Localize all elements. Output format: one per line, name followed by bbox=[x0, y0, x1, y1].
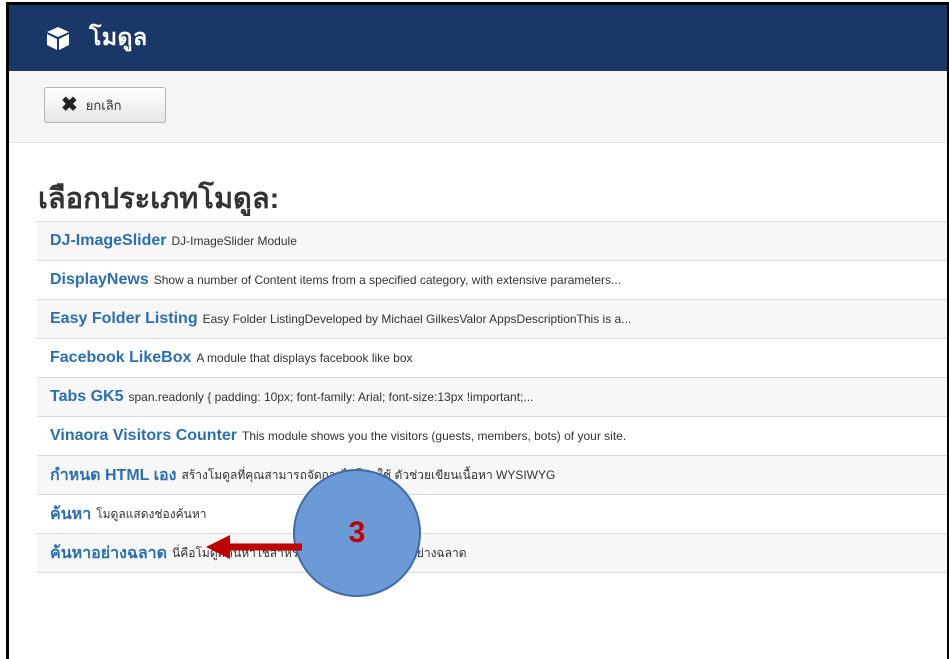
select-module-type-heading: เลือกประเภทโมดูล: bbox=[38, 183, 280, 215]
module-item: Vinaora Visitors Counter This module sho… bbox=[37, 417, 947, 456]
module-item: Tabs GK5 span.readonly { padding: 10px; … bbox=[37, 378, 947, 417]
module-link[interactable]: ค้นหาอย่างฉลาด bbox=[50, 541, 167, 566]
module-item: กำหนด HTML เอง สร้างโมดูลที่คุณสามารถจัด… bbox=[37, 456, 947, 495]
module-description: A module that displays facebook like box bbox=[196, 351, 413, 365]
close-icon: ✖ bbox=[61, 94, 78, 116]
cancel-label: ยกเลิก bbox=[85, 97, 122, 113]
module-description: โมดูลแสดงช่องค้นหา bbox=[96, 506, 207, 521]
module-link[interactable]: กำหนด HTML เอง bbox=[50, 463, 176, 488]
module-link[interactable]: DJ-ImageSlider bbox=[50, 232, 166, 250]
module-link[interactable]: Easy Folder Listing bbox=[50, 310, 198, 328]
module-link[interactable]: Tabs GK5 bbox=[50, 388, 124, 406]
module-description: Show a number of Content items from a sp… bbox=[153, 273, 622, 287]
module-item: ค้นหา โมดูลแสดงช่องค้นหา bbox=[37, 495, 947, 534]
module-description: Easy Folder ListingDeveloped by Michael … bbox=[202, 312, 632, 326]
module-description: DJ-ImageSlider Module bbox=[171, 234, 297, 248]
module-description: This module shows you the visitors (gues… bbox=[242, 429, 627, 443]
annotation-arrow-icon bbox=[206, 535, 302, 559]
module-link[interactable]: Vinaora Visitors Counter bbox=[50, 427, 237, 445]
module-type-list: DJ-ImageSlider DJ-ImageSlider Module Dis… bbox=[37, 221, 947, 573]
module-link[interactable]: Facebook LikeBox bbox=[50, 349, 191, 367]
cube-icon bbox=[47, 27, 69, 50]
module-link[interactable]: DisplayNews bbox=[50, 271, 149, 289]
module-item: ค้นหาอย่างฉลาด นี่คือโมดูลค้นหาใช้สำหรับ… bbox=[37, 534, 947, 573]
module-item: Easy Folder Listing Easy Folder ListingD… bbox=[37, 300, 947, 339]
toolbar: ✖ ยกเลิก bbox=[9, 71, 947, 143]
module-link[interactable]: ค้นหา bbox=[50, 502, 91, 527]
module-item: Facebook LikeBox A module that displays … bbox=[37, 339, 947, 378]
module-item: DJ-ImageSlider DJ-ImageSlider Module bbox=[37, 222, 947, 261]
page-header: โมดูล bbox=[9, 5, 947, 71]
cancel-button[interactable]: ✖ ยกเลิก bbox=[44, 87, 166, 123]
app-window: โมดูล ✖ ยกเลิก เลือกประเภทโมดูล: DJ-Imag… bbox=[6, 2, 949, 659]
annotation-bubble: 3 bbox=[293, 469, 421, 597]
page-title: โมดูล bbox=[89, 24, 148, 50]
annotation-number: 3 bbox=[348, 516, 366, 549]
module-item: DisplayNews Show a number of Content ite… bbox=[37, 261, 947, 300]
module-description: span.readonly { padding: 10px; font-fami… bbox=[128, 390, 534, 404]
